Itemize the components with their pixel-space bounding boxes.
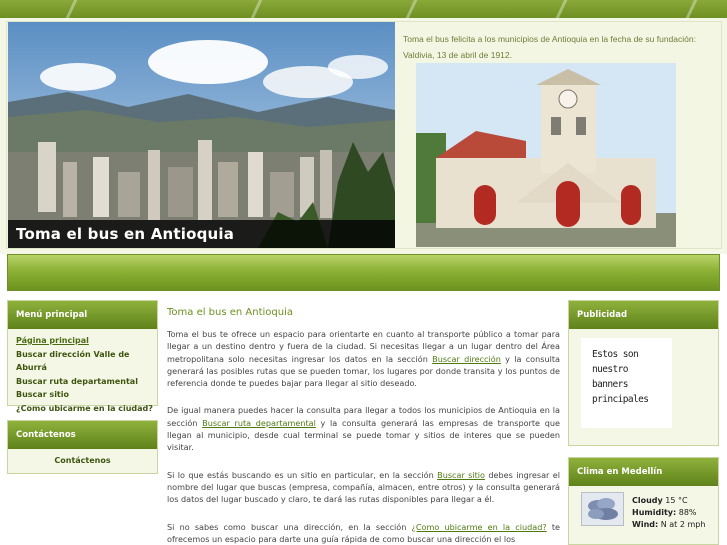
banner-line-2: banners	[592, 379, 628, 390]
paragraph-4: Si no sabes como buscar una dirección, e…	[167, 521, 560, 545]
paragraph-2: De igual manera puedes hacer la consulta…	[167, 404, 560, 453]
humidity-label: Humidity:	[632, 508, 677, 517]
link-buscar-direccion[interactable]: Buscar dirección	[432, 354, 501, 364]
contact-link[interactable]: Contáctenos	[8, 449, 157, 465]
page-title: Toma el bus en Antioquia	[167, 307, 294, 318]
menu-item-search-site[interactable]: Buscar sitio	[16, 388, 157, 402]
main-nav-bar	[7, 254, 720, 291]
paragraph-4-text-a: Si no sabes como buscar una dirección, e…	[167, 521, 412, 532]
cloudy-icon	[581, 492, 624, 526]
header-info-panel: Toma el bus felicita a los municipios de…	[403, 22, 721, 248]
menu-item-search-address[interactable]: Buscar dirección Valle de Aburrá	[16, 348, 157, 375]
ads-box: Publicidad Estos son nuestro banners pri…	[568, 300, 719, 446]
ad-banner[interactable]: Estos son nuestro banners principales	[581, 338, 672, 428]
humidity-value: 88%	[678, 508, 697, 517]
weather-readout: Cloudy 15 °C Humidity: 88% Wind: N at 2 …	[632, 495, 705, 531]
paragraph-3: Si lo que estás buscando es un sitio en …	[167, 469, 560, 506]
contact-box: Contáctenos Contáctenos	[7, 420, 158, 474]
greeting-line-2: Valdivia, 13 de abril de 1912.	[403, 50, 513, 60]
paragraph-3-text-a: Si lo que estás buscando es un sitio en …	[167, 469, 438, 480]
link-como-ubicarme[interactable]: ¿Como ubicarme en la ciudad?	[412, 522, 547, 532]
link-buscar-ruta[interactable]: Buscar ruta departamental	[202, 418, 316, 428]
paragraph-1: Toma el bus te ofrece un espacio para or…	[167, 328, 560, 389]
medellin-city-photo: Toma el bus en Antioquia	[8, 22, 395, 248]
header-caption: Toma el bus en Antioquia	[8, 220, 395, 248]
main-menu-list: Página principal Buscar dirección Valle …	[8, 329, 157, 416]
weather-box: Clima en Medellín Cloudy 15 °C Humidity:…	[568, 457, 719, 545]
banner-line-1: Estos son nuestro	[592, 349, 639, 375]
ads-title: Publicidad	[569, 301, 718, 329]
contact-title: Contáctenos	[8, 421, 157, 449]
top-decoration-strip	[0, 0, 727, 18]
weather-condition: Cloudy	[632, 496, 663, 505]
menu-item-search-route[interactable]: Buscar ruta departamental	[16, 375, 157, 389]
wind-label: Wind:	[632, 520, 659, 529]
weather-title: Clima en Medellín	[569, 458, 718, 486]
main-content: Toma el bus en Antioquia Toma el bus te …	[167, 300, 560, 545]
valdivia-church-photo	[416, 63, 676, 247]
weather-temperature: 15 °C	[665, 496, 688, 505]
main-menu-title: Menú principal	[8, 301, 157, 329]
menu-item-home[interactable]: Página principal	[16, 334, 157, 348]
menu-item-how-to-locate[interactable]: ¿Como ubicarme en la ciudad?	[16, 402, 157, 416]
link-buscar-sitio[interactable]: Buscar sitio	[437, 470, 485, 480]
greeting-line-1: Toma el bus felicita a los municipios de…	[403, 34, 696, 44]
foundation-greeting: Toma el bus felicita a los municipios de…	[403, 31, 721, 63]
wind-value: N at 2 mph	[660, 520, 706, 529]
banner-line-3: principales	[592, 394, 649, 405]
main-menu-box: Menú principal Página principal Buscar d…	[7, 300, 158, 413]
